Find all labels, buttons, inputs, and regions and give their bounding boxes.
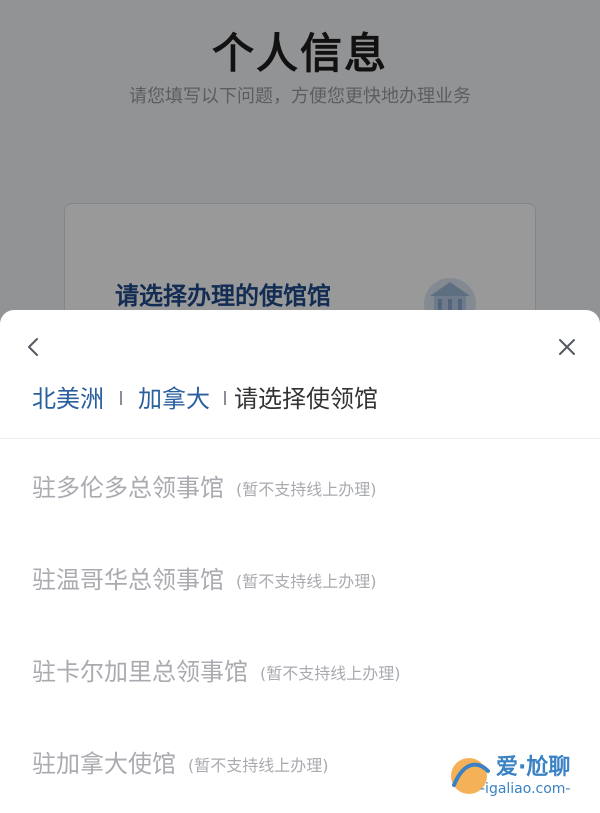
consulate-item-toronto[interactable]: 驻多伦多总领事馆 (暂不支持线上办理) — [0, 439, 600, 531]
consulate-name: 驻卡尔加里总领事馆 — [32, 657, 248, 686]
consulate-name: 驻温哥华总领事馆 — [32, 565, 224, 594]
back-button[interactable] — [18, 332, 48, 362]
consulate-item-calgary[interactable]: 驻卡尔加里总领事馆 (暂不支持线上办理) — [0, 623, 600, 715]
site-watermark: 爱·尬聊 -igaliao.com- — [440, 747, 600, 813]
watermark-text: 爱·尬聊 — [496, 755, 571, 780]
close-button[interactable] — [552, 332, 582, 362]
chevron-left-icon — [28, 338, 38, 356]
breadcrumb-separator — [224, 391, 226, 405]
consulate-picker-sheet: 北美洲 加拿大 请选择使领馆 驻多伦多总领事馆 (暂不支持线上办理) 驻温哥华总… — [0, 310, 600, 813]
consulate-note: (暂不支持线上办理) — [260, 664, 401, 683]
consulate-note: (暂不支持线上办理) — [236, 572, 377, 591]
breadcrumb-current: 请选择使领馆 — [234, 384, 378, 413]
consulate-name: 驻多伦多总领事馆 — [32, 473, 224, 502]
consulate-note: (暂不支持线上办理) — [188, 756, 329, 775]
consulate-note: (暂不支持线上办理) — [236, 480, 377, 499]
watermark-url: -igaliao.com- — [480, 781, 571, 797]
consulate-name: 驻加拿大使馆 — [32, 749, 176, 778]
breadcrumb-separator — [120, 391, 122, 405]
breadcrumb: 北美洲 加拿大 请选择使领馆 — [32, 378, 378, 414]
breadcrumb-country[interactable]: 加拿大 — [138, 379, 210, 414]
breadcrumb-region[interactable]: 北美洲 — [32, 379, 104, 414]
consulate-item-vancouver[interactable]: 驻温哥华总领事馆 (暂不支持线上办理) — [0, 531, 600, 623]
close-icon — [559, 339, 575, 355]
app-screen: 个人信息 请您填写以下问题，方便您更快地办理业务 请选择办理的使馆馆 北美洲 加… — [0, 0, 600, 813]
